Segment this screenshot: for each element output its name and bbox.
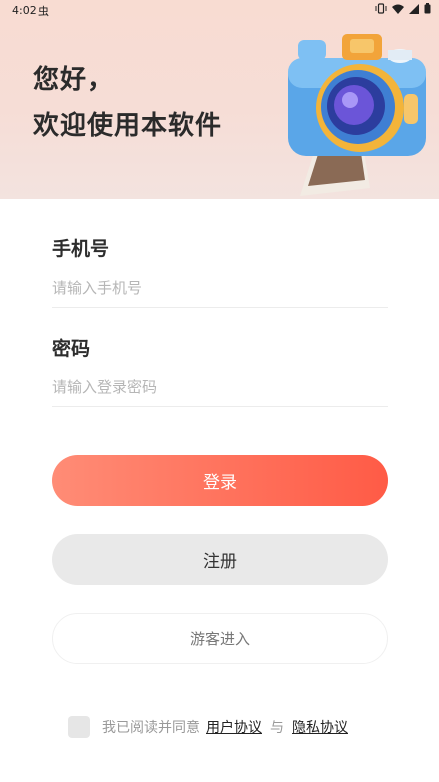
greeting: 您好， 欢迎使用本软件 (33, 57, 222, 149)
status-bar: 4:02 虫 (0, 0, 439, 22)
login-button[interactable]: 登录 (52, 455, 388, 506)
camera-icon (288, 34, 426, 196)
register-button[interactable]: 注册 (52, 534, 388, 585)
agreement-prefix: 我已阅读并同意 (102, 720, 200, 736)
password-label: 密码 (52, 338, 91, 360)
phone-label: 手机号 (52, 238, 110, 260)
battery-icon (424, 3, 431, 18)
status-icons (375, 3, 431, 18)
agreement-row: 我已阅读并同意 用户协议 与 隐私协议 (68, 715, 348, 739)
hero-banner: 4:02 虫 您好， 欢迎使用本软件 (0, 0, 439, 199)
guest-entry-button[interactable]: 游客进入 (52, 613, 388, 664)
password-input[interactable] (52, 367, 388, 407)
wifi-icon (392, 4, 404, 18)
signal-icon (409, 3, 419, 18)
greeting-line-1: 您好， (33, 65, 115, 95)
agreement-checkbox[interactable] (68, 716, 90, 738)
user-agreement-link[interactable]: 用户协议 (206, 717, 262, 737)
greeting-line-2: 欢迎使用本软件 (33, 111, 223, 141)
vibrate-icon (375, 3, 387, 18)
agreement-conjunction: 与 (270, 720, 284, 736)
status-time: 4:02 (12, 4, 37, 17)
phone-input[interactable] (52, 268, 388, 308)
debug-icon: 虫 (38, 5, 49, 18)
privacy-policy-link[interactable]: 隐私协议 (292, 717, 348, 737)
